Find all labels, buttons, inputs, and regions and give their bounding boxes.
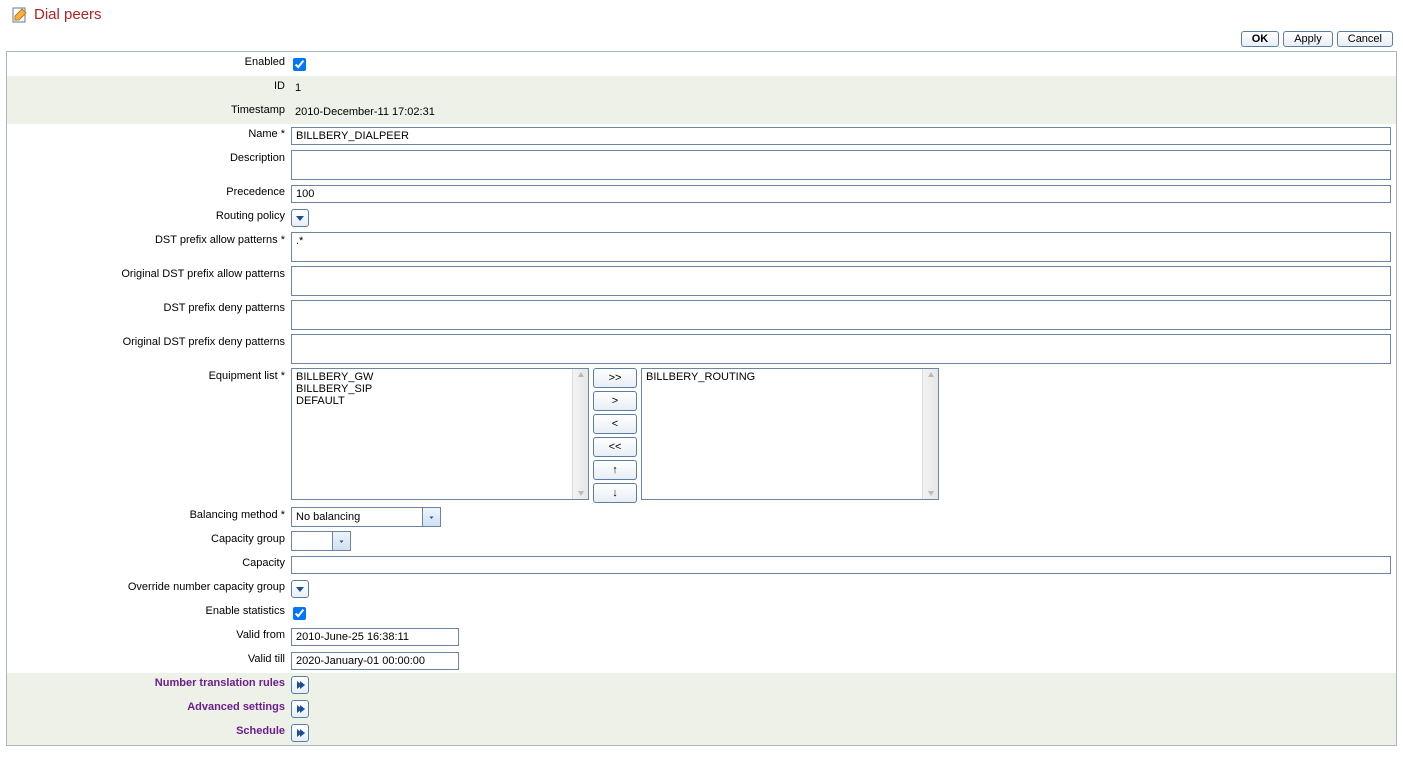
cancel-button[interactable]: Cancel [1337, 31, 1393, 47]
label-enable-stats: Enable statistics [11, 603, 291, 617]
label-orig-dst-deny: Original DST prefix deny patterns [11, 334, 291, 348]
description-input[interactable] [291, 150, 1391, 180]
label-orig-dst-allow: Original DST prefix allow patterns [11, 266, 291, 280]
chevron-down-icon[interactable] [332, 532, 350, 550]
apply-button[interactable]: Apply [1283, 31, 1333, 47]
enable-stats-checkbox[interactable] [293, 607, 306, 620]
list-item[interactable]: DEFAULT [296, 395, 568, 407]
enabled-checkbox[interactable] [293, 58, 306, 71]
label-equipment-list: Equipment list * [11, 368, 291, 382]
valid-till-input[interactable] [291, 652, 459, 670]
label-description: Description [11, 150, 291, 164]
label-name: Name * [11, 126, 291, 140]
equipment-available-box[interactable]: BILLBERY_GW BILLBERY_SIP DEFAULT [291, 368, 589, 500]
orig-dst-deny-input[interactable] [291, 334, 1391, 364]
equipment-picklist: BILLBERY_GW BILLBERY_SIP DEFAULT >> > < … [291, 368, 939, 503]
name-input[interactable] [291, 127, 1391, 145]
move-all-right-button[interactable]: >> [593, 368, 637, 388]
form-panel: Enabled ID 1 Timestamp 2010-December-11 … [6, 51, 1397, 746]
label-dst-allow: DST prefix allow patterns * [11, 232, 291, 246]
label-capacity: Capacity [11, 555, 291, 569]
action-bar: OK Apply Cancel [6, 31, 1397, 51]
label-balancing: Balancing method * [11, 507, 291, 521]
label-valid-till: Valid till [11, 651, 291, 665]
scrollbar[interactable] [922, 369, 938, 499]
label-dst-deny: DST prefix deny patterns [11, 300, 291, 314]
balancing-combo[interactable] [291, 507, 441, 527]
label-routing-policy: Routing policy [11, 208, 291, 222]
balancing-input[interactable] [292, 508, 422, 526]
capacity-group-input[interactable] [292, 532, 332, 550]
page-title: Dial peers [34, 6, 102, 23]
label-id: ID [11, 78, 291, 92]
list-item[interactable]: BILLBERY_SIP [296, 383, 568, 395]
label-capacity-group: Capacity group [11, 531, 291, 545]
capacity-input[interactable] [291, 556, 1391, 574]
dst-allow-input[interactable]: .* [291, 232, 1391, 262]
label-precedence: Precedence [11, 184, 291, 198]
expand-advanced-button[interactable] [291, 700, 309, 718]
label-valid-from: Valid from [11, 627, 291, 641]
ok-button[interactable]: OK [1241, 31, 1280, 47]
label-number-translation-rules: Number translation rules [11, 675, 291, 689]
move-left-button[interactable]: < [593, 414, 637, 434]
label-advanced-settings: Advanced settings [11, 699, 291, 713]
label-schedule: Schedule [11, 723, 291, 737]
id-value: 1 [291, 80, 305, 96]
expand-schedule-button[interactable] [291, 724, 309, 742]
chevron-down-icon[interactable] [422, 508, 440, 526]
list-item[interactable]: BILLBERY_ROUTING [646, 371, 918, 383]
edit-icon [12, 7, 28, 23]
move-all-left-button[interactable]: << [593, 437, 637, 457]
routing-policy-dropdown[interactable] [291, 209, 309, 227]
timestamp-value: 2010-December-11 17:02:31 [291, 104, 439, 120]
move-down-button[interactable]: ↓ [593, 483, 637, 503]
label-override-cap: Override number capacity group [11, 579, 291, 593]
move-up-button[interactable]: ↑ [593, 460, 637, 480]
dst-deny-input[interactable] [291, 300, 1391, 330]
expand-ntr-button[interactable] [291, 676, 309, 694]
capacity-group-combo[interactable] [291, 531, 351, 551]
override-capacity-dropdown[interactable] [291, 580, 309, 598]
valid-from-input[interactable] [291, 628, 459, 646]
label-timestamp: Timestamp [11, 102, 291, 116]
scrollbar[interactable] [572, 369, 588, 499]
precedence-input[interactable] [291, 185, 1391, 203]
orig-dst-allow-input[interactable] [291, 266, 1391, 296]
equipment-selected-box[interactable]: BILLBERY_ROUTING [641, 368, 939, 500]
list-item[interactable]: BILLBERY_GW [296, 371, 568, 383]
label-enabled: Enabled [11, 54, 291, 68]
move-right-button[interactable]: > [593, 391, 637, 411]
page-header: Dial peers [6, 6, 1397, 23]
